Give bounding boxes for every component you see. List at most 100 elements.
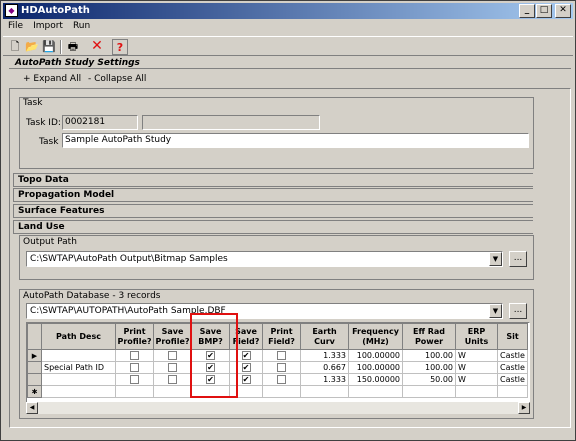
section-surface-features[interactable]: Surface Features <box>13 204 533 218</box>
table-row[interactable]: Special Path ID ✔ ✔ 0.667 100.00000 100.00 W Ca… <box>27 361 528 374</box>
menu-import[interactable]: Import <box>28 19 68 33</box>
new-row-cell[interactable] <box>497 385 528 398</box>
task-name-input[interactable]: Sample AutoPath Study <box>62 133 529 148</box>
checkbox[interactable]: ✔ <box>241 351 251 360</box>
section-propagation-model[interactable]: Propagation Model <box>13 188 533 202</box>
minimize-button[interactable]: _ <box>519 4 535 18</box>
col-save-profile[interactable]: Save Profile? <box>153 323 192 350</box>
cell-print-profile[interactable] <box>115 361 154 374</box>
save-icon[interactable]: 💾 <box>41 39 57 55</box>
new-row-cell[interactable] <box>191 385 230 398</box>
new-row-cell[interactable] <box>153 385 192 398</box>
cell-save-field[interactable]: ✔ <box>229 373 263 386</box>
cell-erp-units[interactable]: W <box>455 373 498 386</box>
new-row-cell[interactable] <box>229 385 263 398</box>
cell-path-desc[interactable] <box>41 349 116 362</box>
checkbox[interactable] <box>130 375 139 384</box>
checkbox[interactable]: ✔ <box>241 375 251 384</box>
menu-run[interactable]: Run <box>68 19 95 33</box>
database-path-select[interactable]: C:\SWTAP\AUTOPATH\AutoPath Sample.DBF <box>26 303 503 319</box>
cell-save-field[interactable]: ✔ <box>229 361 263 374</box>
grid-horizontal-scrollbar[interactable]: ◀ ▶ <box>26 402 530 414</box>
cell-erp-units[interactable]: W <box>455 361 498 374</box>
cell-earth-curv[interactable]: 1.333 <box>300 373 349 386</box>
cell-earth-curv[interactable]: 1.333 <box>300 349 349 362</box>
cell-site[interactable]: Castle <box>497 373 528 386</box>
expand-all-link[interactable]: + Expand All <box>23 74 81 84</box>
delete-icon[interactable]: ✕ <box>89 39 105 55</box>
print-icon[interactable]: 🖶 <box>65 39 81 55</box>
row-selector[interactable]: ▶ <box>27 349 42 362</box>
cell-path-desc[interactable] <box>41 373 116 386</box>
menu-file[interactable]: File <box>3 19 28 33</box>
close-button[interactable]: ✕ <box>555 4 571 18</box>
checkbox[interactable] <box>168 375 177 384</box>
cell-save-profile[interactable] <box>153 349 192 362</box>
database-path-dropdown-icon[interactable]: ▼ <box>489 304 502 318</box>
cell-eff-rad-power[interactable]: 100.00 <box>402 349 456 362</box>
checkbox[interactable]: ✔ <box>206 363 215 372</box>
cell-save-bmp[interactable]: ✔ <box>191 373 230 386</box>
checkbox[interactable]: ✔ <box>241 363 251 372</box>
cell-frequency[interactable]: 100.00000 <box>348 361 403 374</box>
checkbox[interactable] <box>168 363 177 372</box>
maximize-button[interactable]: □ <box>536 4 552 18</box>
checkbox[interactable] <box>168 351 177 360</box>
cell-site[interactable]: Castle <box>497 349 528 362</box>
output-path-browse-button[interactable]: ... <box>509 251 527 267</box>
checkbox[interactable] <box>277 351 286 360</box>
section-land-use[interactable]: Land Use <box>13 220 533 234</box>
col-print-field[interactable]: Print Field? <box>262 323 301 350</box>
new-row-marker[interactable]: ✱ <box>27 385 42 398</box>
row-selector[interactable] <box>27 361 42 374</box>
cell-erp-units[interactable]: W <box>455 349 498 362</box>
cell-eff-rad-power[interactable]: 100.00 <box>402 361 456 374</box>
help-icon[interactable]: ? <box>112 39 128 55</box>
checkbox[interactable]: ✔ <box>206 375 215 384</box>
database-browse-button[interactable]: ... <box>509 303 527 319</box>
table-row[interactable]: ✔ ✔ 1.333 150.00000 50.00 W Castle <box>27 373 528 386</box>
new-row-cell[interactable] <box>402 385 456 398</box>
cell-save-field[interactable]: ✔ <box>229 349 263 362</box>
cell-print-profile[interactable] <box>115 349 154 362</box>
new-row-cell[interactable] <box>115 385 154 398</box>
cell-print-field[interactable] <box>262 349 301 362</box>
col-path-desc[interactable]: Path Desc <box>41 323 116 350</box>
cell-frequency[interactable]: 150.00000 <box>348 373 403 386</box>
col-eff-rad-power[interactable]: Eff Rad Power <box>402 323 456 350</box>
row-selector[interactable] <box>27 373 42 386</box>
checkbox[interactable] <box>277 363 286 372</box>
cell-site[interactable]: Castle <box>497 361 528 374</box>
records-grid[interactable]: Path Desc Print Profile? Save Profile? S… <box>26 322 530 414</box>
new-row[interactable]: ✱ <box>27 385 528 398</box>
output-path-select[interactable]: C:\SWTAP\AutoPath Output\Bitmap Samples <box>26 251 503 267</box>
checkbox[interactable]: ✔ <box>206 351 215 360</box>
col-earth-curv[interactable]: Earth Curv <box>300 323 349 350</box>
col-frequency[interactable]: Frequency (MHz) <box>348 323 403 350</box>
cell-print-profile[interactable] <box>115 373 154 386</box>
checkbox[interactable] <box>130 363 139 372</box>
checkbox[interactable] <box>130 351 139 360</box>
col-save-field[interactable]: Save Field? <box>229 323 263 350</box>
new-icon[interactable]: 🗋 <box>7 39 23 55</box>
open-icon[interactable]: 📂 <box>24 39 40 55</box>
new-row-cell[interactable] <box>41 385 116 398</box>
cell-save-profile[interactable] <box>153 361 192 374</box>
cell-save-bmp[interactable]: ✔ <box>191 349 230 362</box>
cell-save-profile[interactable] <box>153 373 192 386</box>
col-save-bmp[interactable]: Save BMP? <box>191 323 230 350</box>
section-topo-data[interactable]: Topo Data <box>13 173 533 187</box>
cell-path-desc[interactable]: Special Path ID <box>41 361 116 374</box>
col-print-profile[interactable]: Print Profile? <box>115 323 154 350</box>
cell-save-bmp[interactable]: ✔ <box>191 361 230 374</box>
new-row-cell[interactable] <box>300 385 349 398</box>
new-row-cell[interactable] <box>348 385 403 398</box>
cell-earth-curv[interactable]: 0.667 <box>300 361 349 374</box>
cell-eff-rad-power[interactable]: 50.00 <box>402 373 456 386</box>
col-site[interactable]: Sit <box>497 323 528 350</box>
cell-frequency[interactable]: 100.00000 <box>348 349 403 362</box>
scroll-right-icon[interactable]: ▶ <box>518 402 530 414</box>
col-erp-units[interactable]: ERP Units <box>455 323 498 350</box>
output-path-dropdown-icon[interactable]: ▼ <box>489 252 502 266</box>
cell-print-field[interactable] <box>262 361 301 374</box>
